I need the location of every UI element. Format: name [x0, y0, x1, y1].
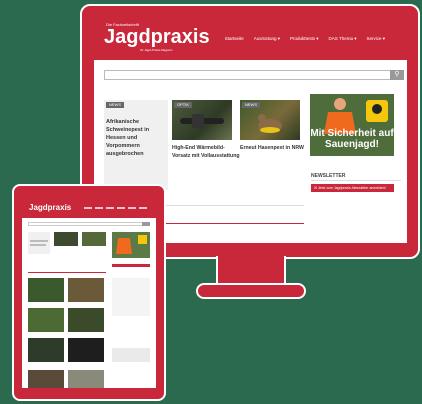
- article-card[interactable]: NEWS Afrikanische Schweinepest in Hessen…: [104, 100, 168, 190]
- tablet-search-button[interactable]: [142, 222, 150, 226]
- tablet-article-image[interactable]: [68, 278, 104, 302]
- divider: [311, 180, 401, 181]
- text-line: [30, 240, 48, 242]
- tablet-search-input[interactable]: [28, 222, 144, 226]
- tablet-article-image[interactable]: [68, 308, 104, 332]
- tablet-screen: Jagdpraxis: [22, 198, 156, 388]
- tablet-article-image[interactable]: [68, 370, 104, 388]
- tablet-article-card[interactable]: [28, 232, 50, 254]
- nav-item-das-thema[interactable]: DAS Thema ▾: [329, 36, 357, 42]
- hunter-image: [116, 235, 147, 254]
- site-header: Die Fachzeitschrift Jagdpraxis Ihr Jagd-…: [94, 18, 407, 60]
- divider: [28, 272, 106, 273]
- nav-item-service[interactable]: Service ▾: [366, 36, 385, 42]
- monitor-stand-neck: [216, 256, 286, 286]
- tablet-nav-item[interactable]: [117, 207, 125, 209]
- tablet-nav-item[interactable]: [106, 207, 114, 209]
- tablet-article-image[interactable]: [54, 232, 78, 246]
- newsletter-title: NEWSLETTER: [311, 173, 346, 179]
- article-title[interactable]: High-End Wärmebild-Vorsatz mit Vollausst…: [172, 144, 242, 160]
- nav-item-ausruestung[interactable]: Ausrüstung ▾: [254, 36, 280, 42]
- tablet-nav-item[interactable]: [139, 207, 147, 209]
- article-tag: NEWS: [242, 102, 260, 108]
- site-logo[interactable]: Jagdpraxis: [104, 27, 210, 47]
- article-tag: OPTIK: [174, 102, 193, 108]
- main-nav: Startseite Ausrüstung ▾ Produkttests ▾ D…: [225, 36, 385, 42]
- ad-text: Mit Sicherheit auf Sauenjagd!: [310, 128, 394, 150]
- tablet-nav-item[interactable]: [95, 207, 103, 209]
- tablet-article-image[interactable]: [82, 232, 106, 246]
- tablet-nav-item[interactable]: [84, 207, 92, 209]
- search-input[interactable]: [104, 70, 392, 80]
- tablet-article-image[interactable]: [28, 338, 64, 362]
- article-title[interactable]: Erneut Hasenpest in NRW: [240, 144, 310, 152]
- tablet-sidebar-list: [112, 278, 150, 316]
- tablet-logo[interactable]: Jagdpraxis: [29, 203, 71, 212]
- tablet-article-image[interactable]: [28, 370, 64, 388]
- text-line: [30, 244, 46, 246]
- advertisement-banner[interactable]: Mit Sicherheit auf Sauenjagd!: [310, 94, 394, 156]
- article-title[interactable]: Afrikanische Schweinepest in Hessen und …: [106, 118, 166, 158]
- tablet-newsletter-button[interactable]: [112, 264, 150, 267]
- tablet-header: Jagdpraxis: [22, 198, 156, 218]
- tablet-article-image[interactable]: [28, 278, 64, 302]
- tablet-nav-item[interactable]: [128, 207, 136, 209]
- monitor-stand-base: [196, 283, 306, 299]
- newsletter-button[interactable]: ✉ Jetzt zum Jagdpraxis-Newsletter anmeld…: [311, 184, 394, 192]
- nav-item-produkttests[interactable]: Produkttests ▾: [290, 36, 319, 42]
- tablet-ad-banner[interactable]: [112, 232, 150, 258]
- tablet-article-image[interactable]: [68, 338, 104, 362]
- nav-item-startseite[interactable]: Startseite: [225, 36, 244, 42]
- search-button[interactable]: ⚲: [390, 70, 404, 80]
- search-icon: ⚲: [394, 71, 400, 78]
- tablet-article-image[interactable]: [28, 308, 64, 332]
- logo-tagline: Ihr Jagd-Praxis-Magazin: [140, 48, 173, 52]
- article-tag: NEWS: [106, 102, 124, 108]
- tablet-article-image[interactable]: [112, 348, 150, 362]
- tablet-nav: [84, 207, 147, 209]
